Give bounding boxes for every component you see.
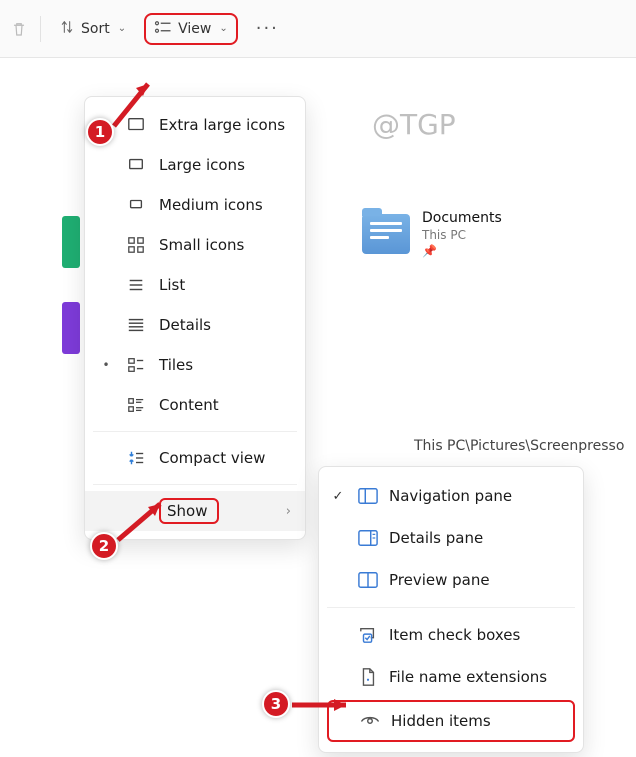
menu-item-large-icons[interactable]: Large icons bbox=[85, 145, 305, 185]
large-icons-icon bbox=[125, 156, 147, 174]
delete-button[interactable] bbox=[6, 14, 32, 44]
menu-item-small-icons[interactable]: Small icons bbox=[85, 225, 305, 265]
medium-icons-icon bbox=[125, 196, 147, 214]
annotation-arrow bbox=[110, 70, 160, 134]
view-icon bbox=[154, 19, 172, 39]
submenu-label: Hidden items bbox=[391, 712, 567, 730]
submenu-label: File name extensions bbox=[389, 668, 569, 686]
compact-view-icon bbox=[125, 449, 147, 467]
thumbnail-partial bbox=[62, 216, 80, 268]
menu-item-content[interactable]: Content bbox=[85, 385, 305, 425]
menu-label: List bbox=[159, 276, 291, 294]
pin-icon: 📌 bbox=[422, 244, 502, 258]
menu-item-medium-icons[interactable]: Medium icons bbox=[85, 185, 305, 225]
menu-label: Content bbox=[159, 396, 291, 414]
divider bbox=[40, 16, 41, 42]
more-button[interactable]: ··· bbox=[246, 12, 289, 45]
submenu-item-file-name-extensions[interactable]: File name extensions bbox=[319, 656, 583, 698]
submenu-item-navigation-pane[interactable]: ✓ Navigation pane bbox=[319, 475, 583, 517]
menu-label: Small icons bbox=[159, 236, 291, 254]
radio-bullet: • bbox=[99, 358, 113, 372]
sort-icon bbox=[59, 19, 75, 39]
file-extensions-icon bbox=[357, 667, 379, 687]
menu-label: Extra large icons bbox=[159, 116, 291, 134]
sort-label: Sort bbox=[81, 21, 110, 37]
preview-pane-icon bbox=[357, 571, 379, 589]
menu-item-compact-view[interactable]: Compact view bbox=[85, 438, 305, 478]
view-button[interactable]: View ⌄ bbox=[144, 13, 238, 45]
hidden-items-icon bbox=[359, 713, 381, 729]
sort-button[interactable]: Sort ⌄ bbox=[49, 13, 136, 45]
content-icon bbox=[125, 396, 147, 414]
annotation-highlight: Hidden items bbox=[327, 700, 575, 742]
annotation-arrow bbox=[290, 696, 360, 718]
folder-location: This PC bbox=[422, 228, 502, 242]
submenu-item-preview-pane[interactable]: Preview pane bbox=[319, 559, 583, 601]
menu-item-details[interactable]: Details bbox=[85, 305, 305, 345]
folder-meta: Documents This PC 📌 bbox=[422, 210, 502, 258]
folder-item-documents[interactable]: Documents This PC 📌 bbox=[362, 210, 502, 258]
chevron-down-icon: ⌄ bbox=[118, 23, 126, 34]
menu-label: Large icons bbox=[159, 156, 291, 174]
annotation-callout-3: 3 bbox=[262, 690, 290, 718]
chevron-down-icon: ⌄ bbox=[219, 23, 227, 34]
annotation-callout-2: 2 bbox=[90, 532, 118, 560]
folder-name: Documents bbox=[422, 210, 502, 226]
details-icon bbox=[125, 316, 147, 334]
view-label: View bbox=[178, 21, 211, 37]
submenu-item-hidden-items[interactable]: Hidden items bbox=[329, 702, 573, 740]
checkboxes-icon bbox=[357, 626, 379, 644]
small-icons-icon bbox=[125, 236, 147, 254]
menu-item-list[interactable]: List bbox=[85, 265, 305, 305]
chevron-right-icon: › bbox=[286, 504, 291, 519]
menu-label: Medium icons bbox=[159, 196, 291, 214]
path-text: This PC\Pictures\Screenpresso bbox=[414, 438, 624, 454]
trash-icon bbox=[10, 20, 28, 38]
menu-label: Compact view bbox=[159, 449, 291, 467]
annotation-callout-1: 1 bbox=[86, 118, 114, 146]
submenu-label: Details pane bbox=[389, 529, 569, 547]
navigation-pane-icon bbox=[357, 487, 379, 505]
submenu-label: Item check boxes bbox=[389, 626, 569, 644]
view-menu: Extra large icons Large icons Medium ico… bbox=[84, 96, 306, 540]
annotation-arrow bbox=[114, 496, 174, 550]
thumbnail-partial bbox=[62, 302, 80, 354]
menu-label: Tiles bbox=[159, 356, 291, 374]
submenu-item-details-pane[interactable]: Details pane bbox=[319, 517, 583, 559]
menu-item-tiles[interactable]: • Tiles bbox=[85, 345, 305, 385]
details-pane-icon bbox=[357, 529, 379, 547]
folder-icon bbox=[362, 214, 410, 254]
menu-label: Details bbox=[159, 316, 291, 334]
submenu-item-item-check-boxes[interactable]: Item check boxes bbox=[319, 614, 583, 656]
toolbar: Sort ⌄ View ⌄ ··· bbox=[0, 0, 636, 58]
check-icon: ✓ bbox=[329, 489, 347, 504]
submenu-label: Navigation pane bbox=[389, 487, 569, 505]
tiles-icon bbox=[125, 356, 147, 374]
watermark: @TGP bbox=[372, 108, 456, 141]
list-icon bbox=[125, 276, 147, 294]
submenu-label: Preview pane bbox=[389, 571, 569, 589]
